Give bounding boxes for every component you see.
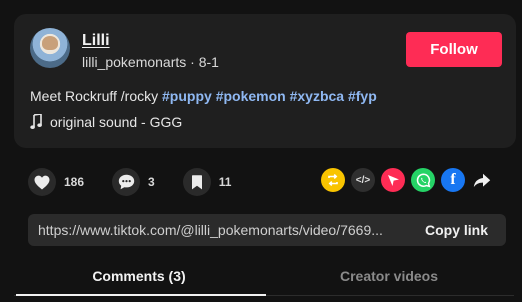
author-name[interactable]: Lilli [82,32,110,50]
like-button[interactable]: 186 [28,168,84,196]
comment-button[interactable]: 3 [112,168,155,196]
hashtag-link[interactable]: #puppy [162,88,212,104]
facebook-icon[interactable]: f [441,168,465,192]
sound-link[interactable]: original sound - GGG [30,114,182,130]
copy-link-button[interactable]: Copy link [425,222,488,238]
save-button[interactable]: 11 [182,168,232,196]
tab-comments[interactable]: Comments (3) [14,268,264,284]
music-note-icon [30,114,42,129]
share-arrow-icon[interactable] [471,168,493,192]
comment-bubble-icon [112,168,141,196]
video-link-bar: https://www.tiktok.com/@lilli_pokemonart… [28,214,506,246]
author-avatar[interactable] [30,28,70,68]
comment-count: 3 [148,175,155,189]
author-subline: lilli_pokemonarts · 8-1 [82,54,219,70]
hashtag-link[interactable]: #pokemon [216,88,286,104]
sound-label: original sound - GGG [50,114,183,130]
engagement-actions: 186 3 11 [28,166,259,198]
content-tabs: Comments (3) Creator videos [14,262,514,302]
paper-plane-icon[interactable] [381,168,405,192]
repost-icon[interactable] [321,168,345,192]
follow-button[interactable]: Follow [406,32,502,67]
author-handle[interactable]: lilli_pokemonarts [82,54,186,70]
post-date: 8-1 [198,54,219,70]
active-tab-indicator [16,294,266,296]
bookmark-icon [182,168,211,196]
share-buttons: </> f [321,168,493,192]
hashtag-link[interactable]: #fyp [348,88,377,104]
embed-code-icon[interactable]: </> [351,168,375,192]
subline-separator: · [190,54,195,70]
caption-text: Meet Rockruff /rocky [30,88,159,104]
tab-creator-videos[interactable]: Creator videos [264,268,514,284]
video-info-card: Lilli lilli_pokemonarts · 8-1 Follow Mee… [14,14,516,148]
heart-icon [28,168,56,196]
save-count: 11 [218,175,232,189]
hashtag-link[interactable]: #xyzbca [290,88,344,104]
whatsapp-icon[interactable] [411,168,435,192]
video-url[interactable]: https://www.tiktok.com/@lilli_pokemonart… [38,222,406,238]
video-caption: Meet Rockruff /rocky #puppy #pokemon #xy… [30,88,377,104]
like-count: 186 [64,175,85,189]
